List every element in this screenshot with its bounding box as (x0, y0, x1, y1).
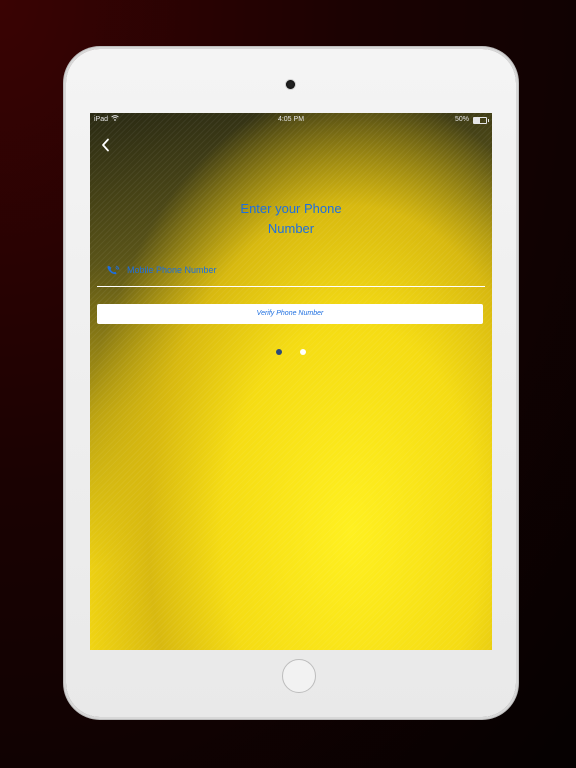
page-title: Enter your Phone Number (90, 199, 492, 239)
back-button[interactable] (98, 137, 114, 153)
app-screen: iPad 4:05 PM 50% Enter your Phone Number… (90, 113, 492, 650)
chevron-left-icon (102, 138, 109, 152)
phone-input-row (97, 258, 485, 287)
front-camera (286, 80, 295, 89)
battery-level-fill (474, 117, 480, 123)
verify-phone-button[interactable]: Verify Phone Number (97, 304, 483, 324)
page-dot-active[interactable] (276, 349, 282, 355)
phone-icon (105, 263, 121, 275)
status-bar: iPad 4:05 PM 50% (90, 113, 492, 127)
page-indicator (276, 349, 306, 355)
ipad-device-frame: iPad 4:05 PM 50% Enter your Phone Number… (66, 49, 516, 717)
battery-icon (473, 116, 489, 124)
battery-percent: 50% (454, 116, 469, 123)
page-dot[interactable] (300, 349, 306, 355)
status-right: 50% (454, 113, 489, 127)
page-title-text: Enter your Phone Number (240, 201, 342, 236)
home-button[interactable] (282, 659, 316, 693)
phone-number-input[interactable] (127, 262, 467, 278)
status-time: 4:05 PM (277, 116, 305, 123)
